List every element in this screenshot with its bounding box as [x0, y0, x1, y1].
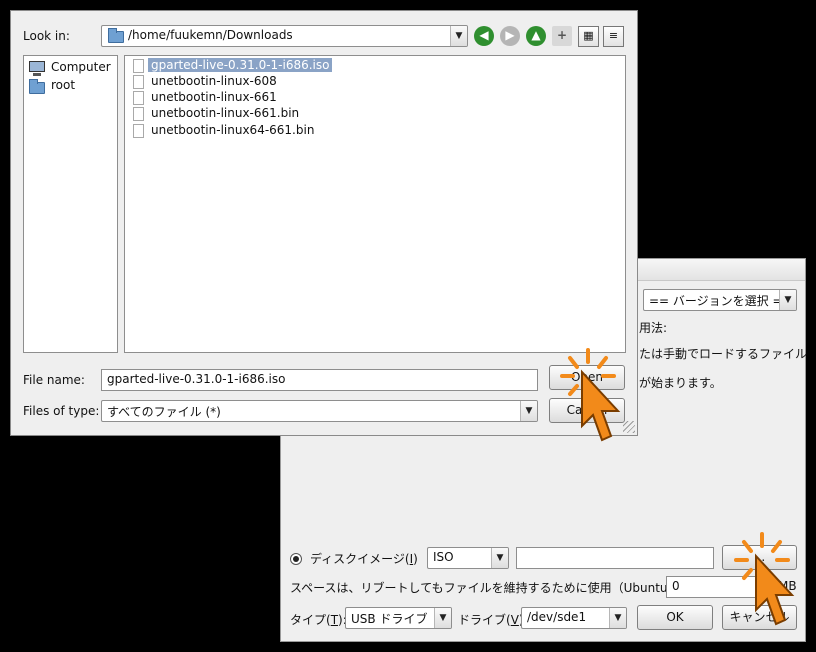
- files-of-type-label: Files of type:: [23, 404, 100, 418]
- chevron-down-icon: ▼: [609, 608, 626, 628]
- chevron-down-icon: ▼: [779, 290, 796, 310]
- chevron-down-icon: ▼: [450, 26, 467, 46]
- version-select[interactable]: == バージョンを選択 == ▼: [643, 289, 797, 311]
- drive-select[interactable]: /dev/sde1 ▼: [521, 607, 627, 629]
- file-name-input[interactable]: gparted-live-0.31.0-1-i686.iso: [101, 369, 538, 391]
- places-sidebar: Computer root: [23, 55, 118, 353]
- detail-view-icon[interactable]: ▦: [578, 26, 599, 47]
- image-type-value: ISO: [433, 550, 454, 564]
- file-name: unetbootin-linux-661.bin: [151, 106, 300, 120]
- persistence-space-label: スペースは、リブートしてもファイルを維持するために使用（Ubuntuのみ）:: [290, 581, 708, 595]
- files-of-type-value: すべてのファイル (*): [107, 405, 221, 419]
- file-name: unetbootin-linux-661: [151, 90, 277, 104]
- list-item[interactable]: gparted-live-0.31.0-1-i686.iso: [129, 58, 333, 74]
- click-cursor-icon: [734, 532, 795, 626]
- instructions-line-2: たは手動でロードするファイル: [639, 347, 808, 361]
- file-name: unetbootin-linux-608: [151, 74, 277, 88]
- list-item[interactable]: unetbootin-linux-608: [129, 74, 277, 90]
- list-view-icon[interactable]: ≡: [603, 26, 624, 47]
- disk-image-radio[interactable]: [290, 553, 302, 565]
- sidebar-item-computer[interactable]: Computer: [29, 60, 111, 76]
- drive-label: ドライブ(V):: [458, 613, 528, 627]
- look-in-select[interactable]: /home/fuukemn/Downloads ▼: [101, 25, 468, 47]
- sidebar-item-root[interactable]: root: [29, 78, 75, 94]
- type-select-value: USB ドライブ: [351, 612, 428, 626]
- file-icon: [133, 91, 144, 105]
- file-icon: [133, 107, 144, 121]
- type-label: タイプ(T):: [290, 613, 347, 627]
- file-list: gparted-live-0.31.0-1-i686.iso unetbooti…: [124, 55, 626, 353]
- file-name-label: File name:: [23, 373, 85, 387]
- files-of-type-select[interactable]: すべてのファイル (*) ▼: [101, 400, 538, 422]
- up-icon[interactable]: ▲: [526, 26, 546, 46]
- new-folder-icon[interactable]: +: [552, 26, 572, 46]
- instructions-line-1: 用法:: [639, 321, 668, 335]
- chevron-down-icon: ▼: [434, 608, 451, 628]
- click-cursor-icon: [560, 348, 621, 442]
- computer-icon: [29, 61, 45, 76]
- folder-icon: [108, 28, 124, 43]
- folder-icon: [29, 79, 45, 94]
- disk-image-label: ディスクイメージ(I): [310, 552, 418, 566]
- drive-select-value: /dev/sde1: [527, 610, 587, 624]
- file-chooser-dialog: Look in: /home/fuukemn/Downloads ▼ ◀ ▶ ▲…: [10, 10, 638, 436]
- file-name: unetbootin-linux64-661.bin: [151, 123, 315, 137]
- chevron-down-icon: ▼: [491, 548, 508, 568]
- look-in-path: /home/fuukemn/Downloads: [128, 28, 293, 42]
- version-select-value: == バージョンを選択 ==: [649, 294, 793, 308]
- list-item[interactable]: unetbootin-linux-661: [129, 90, 277, 106]
- list-item[interactable]: unetbootin-linux-661.bin: [129, 106, 299, 122]
- instructions-line-3: が始まります。: [639, 376, 722, 390]
- file-icon: [133, 75, 144, 89]
- forward-icon[interactable]: ▶: [500, 26, 520, 46]
- sidebar-item-label: root: [51, 78, 76, 92]
- image-path-input[interactable]: [516, 547, 714, 569]
- look-in-label: Look in:: [23, 29, 70, 43]
- file-icon: [133, 59, 144, 73]
- type-select[interactable]: USB ドライブ ▼: [345, 607, 452, 629]
- file-icon: [133, 124, 144, 138]
- image-type-select[interactable]: ISO ▼: [427, 547, 509, 569]
- chevron-down-icon: ▼: [520, 401, 537, 421]
- file-name: gparted-live-0.31.0-1-i686.iso: [148, 58, 333, 72]
- back-icon[interactable]: ◀: [474, 26, 494, 46]
- sidebar-item-label: Computer: [51, 60, 111, 74]
- list-item[interactable]: unetbootin-linux64-661.bin: [129, 123, 314, 139]
- ok-button[interactable]: OK: [637, 605, 713, 630]
